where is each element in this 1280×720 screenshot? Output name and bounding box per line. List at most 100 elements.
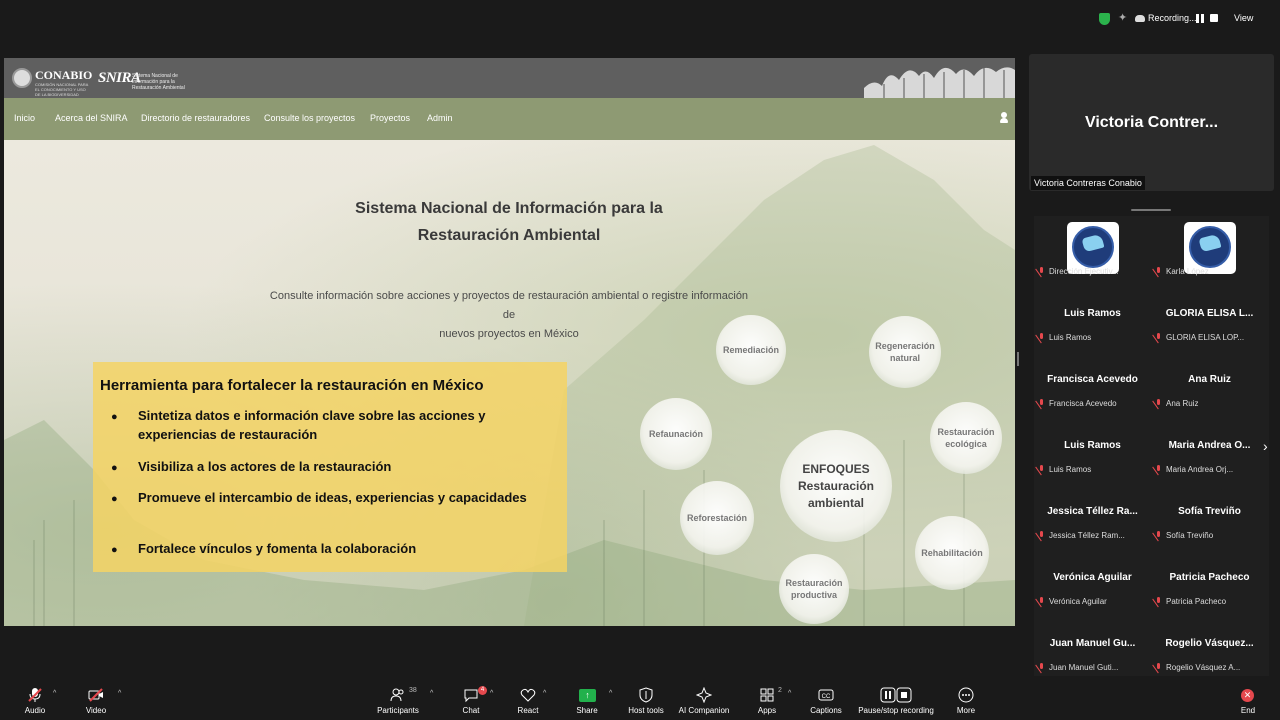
- bubble-restauracion-ecologica[interactable]: Restauración ecológica: [930, 402, 1002, 474]
- participant-tile[interactable]: Luis Ramos Luis Ramos: [1034, 282, 1151, 348]
- end-close-icon[interactable]: ✕: [1241, 689, 1254, 702]
- video-label: Video: [85, 706, 107, 715]
- bubble-reforestacion-label: Reforestación: [686, 513, 748, 523]
- react-options-caret-icon[interactable]: ^: [543, 690, 546, 697]
- shared-screen: CONABIO COMISIÓN NACIONAL PARA EL CONOCI…: [4, 58, 1015, 626]
- more-button[interactable]: More: [936, 680, 996, 720]
- participant-tile[interactable]: Rogelio Vásquez... Rogelio Vásquez A...: [1151, 612, 1268, 678]
- conabio-globe-icon: [12, 68, 32, 88]
- security-shield-icon[interactable]: [1099, 13, 1110, 25]
- chat-button[interactable]: Chat: [441, 680, 501, 720]
- chat-label: Chat: [462, 706, 480, 715]
- participant-tile[interactable]: Sofía Treviño Sofía Treviño: [1151, 480, 1268, 546]
- nav-proyectos[interactable]: Proyectos: [370, 113, 410, 123]
- ai-companion-button[interactable]: AI Companion: [674, 680, 734, 720]
- participant-tile[interactable]: Maria Andrea O... Maria Andrea Orj...: [1151, 414, 1268, 480]
- participants-icon: [390, 688, 404, 702]
- participant-tile[interactable]: Karla López: [1151, 216, 1268, 282]
- captions-button[interactable]: CC Captions: [796, 680, 856, 720]
- apps-button[interactable]: Apps: [737, 680, 797, 720]
- view-button[interactable]: View: [1234, 13, 1253, 23]
- bubble-restauracion-productiva[interactable]: Restauración productiva: [779, 554, 849, 624]
- participant-tile[interactable]: Verónica Aguilar Verónica Aguilar: [1034, 546, 1151, 612]
- bubble-remediacion[interactable]: Remediación: [716, 315, 786, 385]
- muted-mic-icon: [1155, 597, 1163, 606]
- participant-tile[interactable]: GLORIA ELISA L... GLORIA ELISA LOP...: [1151, 282, 1268, 348]
- muted-mic-icon: [1038, 465, 1046, 474]
- participants-options-caret-icon[interactable]: ^: [430, 690, 433, 697]
- bubble-restauracion-productiva-label-1: Restauración: [785, 578, 843, 588]
- muted-mic-icon: [1038, 663, 1046, 672]
- share-label: Share: [576, 706, 598, 715]
- muted-mic-icon: [1155, 267, 1163, 276]
- pause-stop-recording-button[interactable]: Pause/stop recording: [856, 680, 936, 720]
- apps-options-caret-icon[interactable]: ^: [788, 690, 791, 697]
- ai-sparkle-icon[interactable]: ✦: [1118, 13, 1129, 24]
- split-resize-handle[interactable]: [1017, 352, 1019, 366]
- svg-text:CC: CC: [822, 694, 831, 700]
- bubble-refaunacion[interactable]: Refaunación: [640, 398, 712, 470]
- video-button[interactable]: Video: [66, 680, 126, 720]
- participant-label: Juan Manuel Guti...: [1049, 663, 1119, 672]
- muted-mic-icon: [1038, 267, 1046, 276]
- nav-consulte-proyectos[interactable]: Consulte los proyectos: [264, 113, 355, 123]
- closed-captions-icon: CC: [818, 689, 834, 701]
- nav-directorio[interactable]: Directorio de restauradores: [141, 113, 250, 123]
- participant-tile[interactable]: Ana Ruiz Ana Ruiz: [1151, 348, 1268, 414]
- tool-bullet-2: Visibiliza a los actores de la restaurac…: [138, 459, 392, 474]
- nav-admin[interactable]: Admin: [427, 113, 453, 123]
- bubble-regeneracion[interactable]: Regeneración natural: [869, 316, 941, 388]
- participant-tile[interactable]: Francisca Acevedo Francisca Acevedo: [1034, 348, 1151, 414]
- tool-box-title: Herramienta para fortalecer la restaurac…: [100, 377, 484, 394]
- speaker-name-label: Victoria Contreras Conabio: [1031, 176, 1145, 190]
- bubble-rehabilitacion[interactable]: Rehabilitación: [915, 516, 989, 590]
- bullet-icon: ●: [111, 462, 118, 474]
- participant-tile[interactable]: Juan Manuel Gu... Juan Manuel Guti...: [1034, 612, 1151, 678]
- hero-subtitle-line-2: nuevos proyectos en México: [439, 328, 579, 340]
- participant-label: Ana Ruiz: [1166, 399, 1199, 408]
- recording-status-text[interactable]: Recording...: [1148, 13, 1197, 23]
- participant-label: GLORIA ELISA LOP...: [1166, 333, 1245, 342]
- hero-subtitle: Consulte información sobre acciones y pr…: [264, 287, 754, 344]
- gallery-next-arrow-icon[interactable]: ›: [1263, 438, 1268, 454]
- chat-options-caret-icon[interactable]: ^: [490, 690, 493, 697]
- bubble-remediacion-label: Remediación: [722, 345, 780, 355]
- audio-button[interactable]: Audio: [5, 680, 65, 720]
- stop-recording-icon[interactable]: [1210, 14, 1218, 22]
- panel-resize-handle[interactable]: [1131, 209, 1171, 211]
- conabio-logo-text[interactable]: CONABIO: [35, 68, 92, 83]
- active-speaker-tile[interactable]: Victoria Contrer... Victoria Contreras C…: [1029, 54, 1274, 191]
- nav-inicio[interactable]: Inicio: [14, 113, 35, 123]
- participants-count: 38: [409, 687, 417, 694]
- participant-tile[interactable]: Dirección Ejecutiv...: [1034, 216, 1151, 282]
- participant-tile[interactable]: Luis Ramos Luis Ramos: [1034, 414, 1151, 480]
- video-options-caret-icon[interactable]: ^: [118, 690, 121, 697]
- muted-mic-icon: [1038, 531, 1046, 540]
- bubble-enfoques-center[interactable]: ENFOQUES Restauración ambiental: [780, 430, 892, 542]
- host-tools-button[interactable]: Host tools: [616, 680, 676, 720]
- audio-options-caret-icon[interactable]: ^: [53, 690, 56, 697]
- bubble-center-line-2: Restauración: [797, 478, 875, 493]
- react-button[interactable]: React: [498, 680, 558, 720]
- tool-bullet-1: Sintetiza datos e información clave sobr…: [138, 408, 486, 442]
- user-account-icon[interactable]: [1000, 112, 1008, 124]
- bubble-refaunacion-label: Refaunación: [648, 429, 703, 439]
- participant-tile[interactable]: Jessica Téllez Ra... Jessica Téllez Ram.…: [1034, 480, 1151, 546]
- meeting-toolbar: Audio ^ Video ^ Participants 38 ^ Chat ^…: [0, 680, 1280, 720]
- meeting-status-bar: ✦ Recording... View: [0, 0, 1280, 40]
- hero-section: Sistema Nacional de Información para la …: [4, 140, 1015, 626]
- participant-name: Juan Manuel Gu...: [1049, 638, 1136, 649]
- pause-recording-icon[interactable]: [1196, 14, 1204, 23]
- share-options-caret-icon[interactable]: ^: [609, 690, 612, 697]
- tool-bullet-4: Fortalece vínculos y fomenta la colabora…: [138, 541, 417, 556]
- participants-button[interactable]: Participants: [368, 680, 428, 720]
- bubble-restauracion-ecologica-label-2: ecológica: [945, 439, 987, 449]
- host-tools-label: Host tools: [628, 706, 664, 715]
- share-screen-icon[interactable]: ↑: [579, 689, 596, 702]
- participant-tile[interactable]: Patricia Pacheco Patricia Pacheco: [1151, 546, 1268, 612]
- bubble-reforestacion[interactable]: Reforestación: [680, 481, 754, 555]
- hero-subtitle-line-1: Consulte información sobre acciones y pr…: [269, 290, 749, 321]
- nav-acerca[interactable]: Acerca del SNIRA: [55, 113, 128, 123]
- bubble-restauracion-productiva-label-2: productiva: [790, 590, 837, 600]
- chat-icon: [464, 689, 478, 703]
